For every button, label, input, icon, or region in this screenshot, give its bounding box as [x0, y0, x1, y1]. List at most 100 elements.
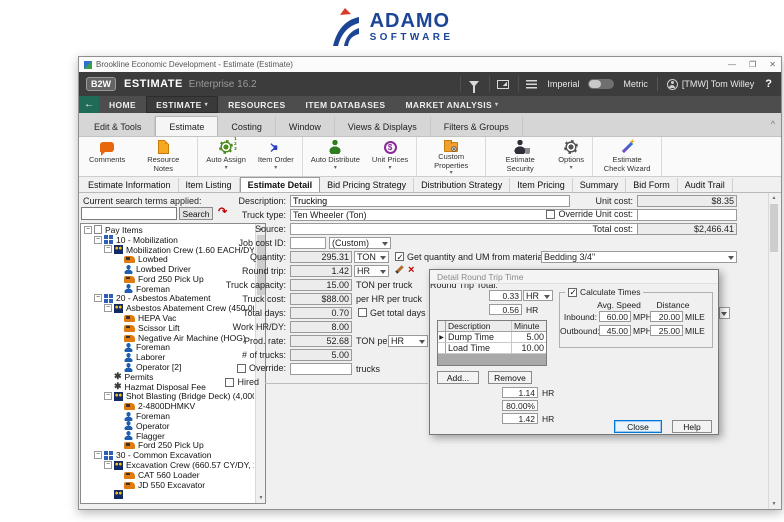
tree-item-30-common-excavation[interactable]: −30 - Common Excavation	[82, 450, 254, 460]
truck-cost-value[interactable]: $88.00	[290, 293, 352, 305]
grid-row-dump[interactable]: ▶ Dump Time 5.00	[438, 332, 546, 343]
toolbar-button-estimate-check-wizard[interactable]: Estimate Check Wizard	[595, 137, 659, 176]
user-menu[interactable]: [TMW] Tom Willey	[667, 79, 754, 90]
num-trucks-value[interactable]: 5.00	[290, 349, 352, 361]
filter-button[interactable]	[460, 76, 480, 92]
doc-tab-summary[interactable]: Summary	[573, 178, 627, 192]
close-button[interactable]: ✕	[769, 60, 776, 69]
help-dialog-button[interactable]: Help	[672, 420, 712, 433]
close-button[interactable]: Close	[614, 420, 662, 433]
override-unit-cost-value[interactable]	[637, 209, 737, 221]
tree-item-partial[interactable]	[82, 490, 254, 500]
override-checkbox[interactable]	[237, 364, 246, 373]
outbound-time-value[interactable]: 0.56	[489, 304, 522, 315]
toolbar-button-resource-notes[interactable]: Resource Notes	[131, 137, 195, 176]
add-button[interactable]: Add...	[437, 371, 479, 384]
toolbar-button-custom-properties[interactable]: Custom Properties▾	[419, 137, 483, 176]
ribbon-tab-filters-groups[interactable]: Filters & Groups	[431, 117, 523, 136]
remove-button[interactable]: Remove	[488, 371, 532, 384]
ribbon-tab-estimate[interactable]: Estimate	[155, 116, 218, 136]
menu-item-estimate[interactable]: ESTIMATE▾	[146, 96, 218, 113]
work-hr-value[interactable]: 8.00	[290, 321, 352, 333]
toolbar-button-auto-assign[interactable]: Auto Assign▾	[200, 137, 252, 176]
inbound-speed-value[interactable]: 60.00	[599, 311, 631, 322]
toolbar-button-unit-prices[interactable]: $Unit Prices▾	[366, 137, 414, 176]
doc-tab-bid-pricing-strategy[interactable]: Bid Pricing Strategy	[320, 178, 414, 192]
tree-expander-icon[interactable]: −	[104, 461, 112, 469]
prod-rate-unit-combo[interactable]: HR	[388, 335, 428, 347]
round-trip-unit-combo[interactable]: HR	[354, 265, 389, 277]
minimize-button[interactable]: —	[728, 60, 736, 69]
trip-time-grid[interactable]: Description Minute ▶ Dump Time 5.00 Load…	[437, 320, 547, 366]
outbound-speed-value[interactable]: 45.00	[599, 325, 631, 336]
toolbar-button-options[interactable]: Options▾	[552, 137, 590, 176]
menu-item-home[interactable]: HOME	[99, 96, 146, 113]
ribbon-tab-edit-tools[interactable]: Edit & Tools	[81, 117, 155, 136]
get-total-days-checkbox[interactable]	[358, 308, 367, 317]
hired-checkbox[interactable]	[225, 378, 234, 387]
toolbar-button-item-order[interactable]: Item Order▾	[252, 137, 300, 176]
round-trip-value[interactable]: 1.42	[290, 265, 352, 277]
unit-toggle[interactable]	[588, 79, 614, 89]
menu-item-item-databases[interactable]: ITEM DATABASES	[296, 96, 396, 113]
material-combo[interactable]: Bedding 3/4"	[541, 251, 737, 263]
truck-capacity-value[interactable]: 15.00	[290, 279, 352, 291]
scroll-up-icon[interactable]: ▲	[769, 193, 779, 203]
content-scrollbar[interactable]: ▲ ▼	[768, 193, 779, 509]
job-cost-id-combo[interactable]: (Custom)	[329, 237, 391, 249]
maximize-button[interactable]: ❒	[749, 60, 756, 69]
doc-tab-item-listing[interactable]: Item Listing	[179, 178, 240, 192]
outbound-distance-value[interactable]: 25.00	[650, 325, 683, 336]
ribbon-tab-costing[interactable]: Costing	[218, 117, 276, 136]
tree-item-foreman[interactable]: Foreman	[82, 411, 254, 421]
edit-round-trip-icon[interactable]	[395, 265, 403, 273]
tree-expander-icon[interactable]: −	[104, 392, 112, 400]
tree-item-shot-blasting-bridge-deck-4-000-00-sf-p[interactable]: −Shot Blasting (Bridge Deck) (4,000.00 S…	[82, 392, 254, 402]
tree-item-excavation-crew-660-57-cy-dy-12-87-dy[interactable]: −Excavation Crew (660.57 CY/DY, 12.87 DY	[82, 460, 254, 470]
prod-rate-value[interactable]: 52.68	[290, 335, 352, 347]
dialog-titlebar[interactable]: Detail Round Trip Time	[430, 270, 718, 284]
tree-item-2-4800dhmkv[interactable]: 2-4800DHMKV	[82, 401, 254, 411]
ribbon-tab-window[interactable]: Window	[276, 117, 335, 136]
override-unit-cost-checkbox[interactable]	[546, 210, 555, 219]
scroll-down-icon[interactable]: ▼	[256, 493, 266, 503]
doc-tab-item-pricing[interactable]: Item Pricing	[510, 178, 573, 192]
tree-item-operator[interactable]: Operator	[82, 421, 254, 431]
ribbon-tab-views-displays[interactable]: Views & Displays	[335, 117, 431, 136]
help-button[interactable]: ?	[763, 78, 774, 90]
toolbar-button-comments[interactable]: Comments	[83, 137, 131, 176]
scroll-down-icon[interactable]: ▼	[769, 499, 779, 509]
calculate-times-checkbox[interactable]	[568, 288, 577, 297]
toolbar-button-estimate-security[interactable]: Estimate Security	[488, 137, 552, 176]
display-button[interactable]	[489, 76, 509, 92]
clear-round-trip-icon[interactable]: ×	[408, 264, 414, 276]
tree-item-jd-550-excavator[interactable]: JD 550 Excavator	[82, 480, 254, 490]
job-cost-id-input[interactable]	[290, 237, 326, 249]
menu-item-resources[interactable]: RESOURCES	[218, 96, 295, 113]
doc-tab-estimate-information[interactable]: Estimate Information	[81, 178, 179, 192]
inbound-time-value[interactable]: 0.33	[489, 290, 522, 301]
tree-item-flagger[interactable]: Flagger	[82, 431, 254, 441]
tree-item-cat-560-loader[interactable]: CAT 560 Loader	[82, 470, 254, 480]
ribbon-collapse-icon[interactable]: ^	[771, 119, 775, 129]
back-button[interactable]: ←	[79, 96, 99, 113]
tree-expander-icon[interactable]: −	[94, 451, 102, 459]
tree-item-ford-250-pick-up[interactable]: Ford 250 Pick Up	[82, 441, 254, 451]
total-days-value[interactable]: 0.70	[290, 307, 352, 319]
doc-tab-estimate-detail[interactable]: Estimate Detail	[240, 177, 321, 192]
doc-tab-bid-form[interactable]: Bid Form	[626, 178, 678, 192]
menu-item-market-analysis[interactable]: MARKET ANALYSIS▾	[395, 96, 508, 113]
grid-row-load[interactable]: Load Time 10.00	[438, 343, 546, 354]
get-quantity-checkbox[interactable]	[395, 252, 404, 261]
content-scroll-thumb[interactable]	[770, 204, 778, 252]
toolbar-button-auto-distribute[interactable]: Auto Distribute▾	[305, 137, 366, 176]
efficiency-value[interactable]: 80.00%	[502, 400, 538, 411]
list-button[interactable]	[518, 76, 538, 92]
doc-tab-distribution-strategy[interactable]: Distribution Strategy	[414, 178, 510, 192]
inbound-time-unit-combo[interactable]: HR	[523, 290, 553, 301]
quantity-unit-combo[interactable]: TON	[354, 251, 389, 263]
inbound-distance-value[interactable]: 20.00	[650, 311, 683, 322]
quantity-value[interactable]: 295.31	[290, 251, 352, 263]
doc-tab-audit-trail[interactable]: Audit Trail	[678, 178, 733, 192]
override-value[interactable]	[290, 363, 352, 375]
